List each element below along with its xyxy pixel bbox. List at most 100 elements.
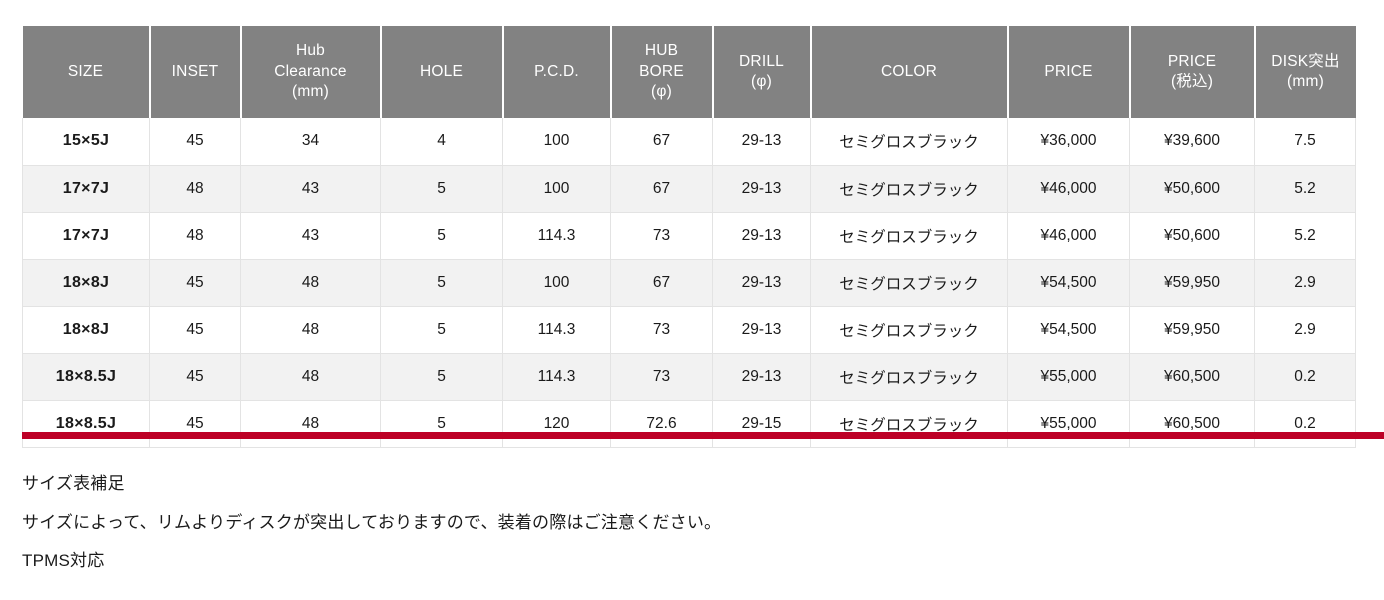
column-header-color: COLOR xyxy=(810,26,1009,118)
table-row: 15×5J 45 34 4 100 67 29-13 セミグロスブラック ¥36,000 ¥39,… xyxy=(22,118,1356,166)
cell-color: セミグロスブラック xyxy=(810,118,1008,166)
cell-disk: 0.2 xyxy=(1254,353,1356,401)
cell-hole: 5 xyxy=(380,212,503,260)
cell-price-tax: ¥59,950 xyxy=(1129,259,1255,307)
cell-size: 18×8J xyxy=(22,306,150,354)
cell-color: セミグロスブラック xyxy=(810,353,1008,401)
cell-hub-bore: 73 xyxy=(610,353,713,401)
cell-inset: 45 xyxy=(149,306,241,354)
cell-pcd: 114.3 xyxy=(502,306,611,354)
notes-tpms: TPMS対応 xyxy=(22,551,105,571)
cell-hub-clearance: 48 xyxy=(240,306,381,354)
cell-drill: 29-13 xyxy=(712,212,811,260)
cell-drill: 29-13 xyxy=(712,259,811,307)
cell-inset: 45 xyxy=(149,400,241,448)
cell-pcd: 100 xyxy=(502,165,611,213)
cell-inset: 45 xyxy=(149,353,241,401)
spec-sheet-page: SIZE INSET Hub Clearance (mm) HOLE P.C.D. … xyxy=(0,0,1384,600)
column-header-price: PRICE xyxy=(1007,26,1131,118)
column-header-hole: HOLE xyxy=(380,26,504,118)
cell-inset: 48 xyxy=(149,165,241,213)
table-row: 17×7J 48 43 5 114.3 73 29-13 セミグロスブラック ¥46,000 ¥5… xyxy=(22,212,1356,260)
cell-size: 17×7J xyxy=(22,212,150,260)
cell-drill: 29-13 xyxy=(712,165,811,213)
cell-price: ¥55,000 xyxy=(1007,400,1130,448)
cell-disk: 2.9 xyxy=(1254,259,1356,307)
cell-disk: 5.2 xyxy=(1254,212,1356,260)
cell-inset: 45 xyxy=(149,118,241,166)
cell-hole: 4 xyxy=(380,118,503,166)
cell-color: セミグロスブラック xyxy=(810,212,1008,260)
cell-pcd: 100 xyxy=(502,118,611,166)
cell-price: ¥46,000 xyxy=(1007,212,1130,260)
table-row: 18×8.5J 45 48 5 114.3 73 29-13 セミグロスブラック ¥55,000… xyxy=(22,353,1356,401)
wheel-spec-table-container: SIZE INSET Hub Clearance (mm) HOLE P.C.D. … xyxy=(22,26,1356,448)
cell-price: ¥46,000 xyxy=(1007,165,1130,213)
notes-heading: サイズ表補足 xyxy=(22,474,125,493)
cell-size: 15×5J xyxy=(22,118,150,166)
cell-price-tax: ¥59,950 xyxy=(1129,306,1255,354)
cell-drill: 29-15 xyxy=(712,400,811,448)
cell-price: ¥36,000 xyxy=(1007,118,1130,166)
cell-pcd: 120 xyxy=(502,400,611,448)
cell-price-tax: ¥50,600 xyxy=(1129,165,1255,213)
table-header: SIZE INSET Hub Clearance (mm) HOLE P.C.D. … xyxy=(22,26,1356,118)
column-header-inset: INSET xyxy=(149,26,242,118)
cell-hub-clearance: 43 xyxy=(240,165,381,213)
cell-hub-clearance: 43 xyxy=(240,212,381,260)
table-row: 18×8J 45 48 5 100 67 29-13 セミグロスブラック ¥54,500 ¥59,… xyxy=(22,259,1356,307)
column-header-drill: DRILL (φ) xyxy=(712,26,812,118)
cell-disk: 5.2 xyxy=(1254,165,1356,213)
cell-hole: 5 xyxy=(380,259,503,307)
cell-hub-clearance: 34 xyxy=(240,118,381,166)
cell-pcd: 100 xyxy=(502,259,611,307)
column-header-pcd: P.C.D. xyxy=(502,26,612,118)
size-table-notes: サイズ表補足 サイズによって、リムよりディスクが突出しておりますので、装着の際は… xyxy=(22,472,1322,574)
cell-price: ¥54,500 xyxy=(1007,259,1130,307)
cell-color: セミグロスブラック xyxy=(810,400,1008,448)
table-header-row: SIZE INSET Hub Clearance (mm) HOLE P.C.D. … xyxy=(22,26,1356,118)
cell-hub-clearance: 48 xyxy=(240,353,381,401)
cell-price-tax: ¥50,600 xyxy=(1129,212,1255,260)
cell-price: ¥55,000 xyxy=(1007,353,1130,401)
wheel-spec-table: SIZE INSET Hub Clearance (mm) HOLE P.C.D. … xyxy=(22,26,1356,448)
cell-hub-bore: 72.6 xyxy=(610,400,713,448)
cell-price: ¥54,500 xyxy=(1007,306,1130,354)
cell-hub-bore: 73 xyxy=(610,306,713,354)
cell-inset: 48 xyxy=(149,212,241,260)
cell-hub-bore: 67 xyxy=(610,165,713,213)
table-row: 18×8J 45 48 5 114.3 73 29-13 セミグロスブラック ¥54,500 ¥5… xyxy=(22,306,1356,354)
table-row: 17×7J 48 43 5 100 67 29-13 セミグロスブラック ¥46,000 ¥50,… xyxy=(22,165,1356,213)
cell-pcd: 114.3 xyxy=(502,353,611,401)
cell-inset: 45 xyxy=(149,259,241,307)
column-header-disk: DISK突出 (mm) xyxy=(1254,26,1356,118)
cell-size: 18×8.5J xyxy=(22,400,150,448)
cell-pcd: 114.3 xyxy=(502,212,611,260)
cell-hub-bore: 67 xyxy=(610,118,713,166)
cell-drill: 29-13 xyxy=(712,118,811,166)
table-row: 18×8.5J 45 48 5 120 72.6 29-15 セミグロスブラック ¥55,000… xyxy=(22,400,1356,448)
cell-hub-clearance: 48 xyxy=(240,259,381,307)
cell-drill: 29-13 xyxy=(712,306,811,354)
cell-hole: 5 xyxy=(380,306,503,354)
cell-price-tax: ¥60,500 xyxy=(1129,400,1255,448)
cell-hole: 5 xyxy=(380,165,503,213)
cell-size: 18×8.5J xyxy=(22,353,150,401)
cell-hole: 5 xyxy=(380,353,503,401)
accent-divider-rule xyxy=(22,432,1384,439)
cell-color: セミグロスブラック xyxy=(810,165,1008,213)
cell-hub-bore: 67 xyxy=(610,259,713,307)
cell-color: セミグロスブラック xyxy=(810,306,1008,354)
cell-disk: 0.2 xyxy=(1254,400,1356,448)
column-header-hub-clearance: Hub Clearance (mm) xyxy=(240,26,382,118)
cell-hub-bore: 73 xyxy=(610,212,713,260)
cell-disk: 2.9 xyxy=(1254,306,1356,354)
table-body: 15×5J 45 34 4 100 67 29-13 セミグロスブラック ¥36,000 ¥39,… xyxy=(22,118,1356,448)
cell-price-tax: ¥39,600 xyxy=(1129,118,1255,166)
column-header-hub-bore: HUB BORE (φ) xyxy=(610,26,714,118)
notes-caution: サイズによって、リムよりディスクが突出しておりますので、装着の際はご注意ください… xyxy=(22,512,722,532)
cell-size: 17×7J xyxy=(22,165,150,213)
column-header-price-tax: PRICE (税込) xyxy=(1129,26,1256,118)
cell-color: セミグロスブラック xyxy=(810,259,1008,307)
cell-size: 18×8J xyxy=(22,259,150,307)
